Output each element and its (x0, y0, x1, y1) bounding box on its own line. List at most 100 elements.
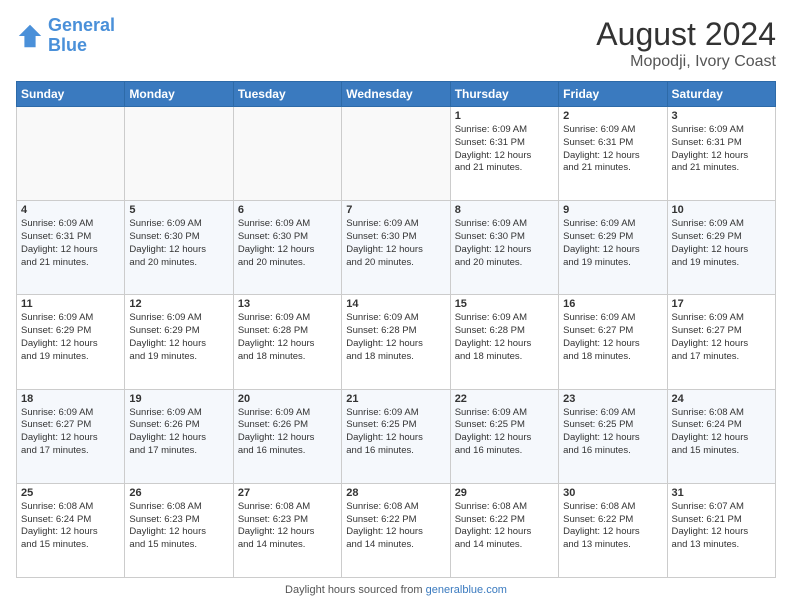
day-number: 4 (21, 204, 120, 216)
col-header-sunday: Sunday (17, 82, 125, 107)
day-number: 6 (238, 204, 337, 216)
day-cell-2: 2Sunrise: 6:09 AM Sunset: 6:31 PM Daylig… (559, 107, 667, 201)
day-cell-9: 9 Sunrise: 6:09 AM Sunset: 6:29 PM Daylig… (559, 201, 667, 295)
page: General Blue August 2024 Mopodji, Ivory … (0, 0, 792, 612)
day-cell-21: 21Sunrise: 6:09 AM Sunset: 6:25 PM Dayli… (342, 389, 450, 483)
day-info: Sunrise: 6:09 AM Sunset: 6:30 PM Dayligh… (129, 218, 228, 269)
day-info: Sunrise: 6:09 AM Sunset: 6:29 PM Dayligh… (672, 218, 771, 269)
col-header-wednesday: Wednesday (342, 82, 450, 107)
day-cell-27: 27Sunrise: 6:08 AM Sunset: 6:23 PM Dayli… (233, 483, 341, 577)
day-number: 31 (672, 487, 771, 499)
day-cell-12: 12 Sunrise: 6:09 AM Sunset: 6:29 PM Dayli… (125, 295, 233, 389)
day-number: 8 (455, 204, 554, 216)
day-number: 26 (129, 487, 228, 499)
day-info: Sunrise: 6:09 AM Sunset: 6:25 PM Dayligh… (455, 407, 554, 458)
day-number: 25 (21, 487, 120, 499)
day-cell-17: 17 Sunrise: 6:09 AM Sunset: 6:27 PM Dayli… (667, 295, 775, 389)
day-info: Sunrise: 6:09 AM Sunset: 6:30 PM Dayligh… (455, 218, 554, 269)
empty-cell (125, 107, 233, 201)
day-number: 11 (21, 298, 120, 310)
calendar-header-row: SundayMondayTuesdayWednesdayThursdayFrid… (17, 82, 776, 107)
day-cell-1: 1Sunrise: 6:09 AM Sunset: 6:31 PM Daylig… (450, 107, 558, 201)
day-info: Sunrise: 6:09 AM Sunset: 6:28 PM Dayligh… (238, 312, 337, 363)
day-cell-13: 13 Sunrise: 6:09 AM Sunset: 6:28 PM Dayli… (233, 295, 341, 389)
day-cell-6: 6Sunrise: 6:09 AM Sunset: 6:30 PM Daylig… (233, 201, 341, 295)
day-number: 17 (672, 298, 771, 310)
day-info: Sunrise: 6:09 AM Sunset: 6:26 PM Dayligh… (238, 407, 337, 458)
day-number: 9 (563, 204, 662, 216)
day-cell-7: 7Sunrise: 6:09 AM Sunset: 6:30 PM Daylig… (342, 201, 450, 295)
day-number: 12 (129, 298, 228, 310)
day-cell-30: 30Sunrise: 6:08 AM Sunset: 6:22 PM Dayli… (559, 483, 667, 577)
day-number: 13 (238, 298, 337, 310)
day-cell-22: 22Sunrise: 6:09 AM Sunset: 6:25 PM Dayli… (450, 389, 558, 483)
logo-icon (16, 22, 44, 50)
day-info: Sunrise: 6:08 AM Sunset: 6:24 PM Dayligh… (672, 407, 771, 458)
day-info: Sunrise: 6:08 AM Sunset: 6:22 PM Dayligh… (346, 501, 445, 552)
day-number: 10 (672, 204, 771, 216)
day-info: Sunrise: 6:09 AM Sunset: 6:27 PM Dayligh… (21, 407, 120, 458)
calendar-week-2: 4Sunrise: 6:09 AM Sunset: 6:31 PM Daylig… (17, 201, 776, 295)
day-number: 3 (672, 110, 771, 122)
day-number: 14 (346, 298, 445, 310)
day-cell-28: 28 Sunrise: 6:08 AM Sunset: 6:22 PM Dayli… (342, 483, 450, 577)
day-info: Sunrise: 6:09 AM Sunset: 6:31 PM Dayligh… (563, 124, 662, 175)
logo-general: General (48, 15, 115, 35)
day-cell-20: 20 Sunrise: 6:09 AM Sunset: 6:26 PM Dayli… (233, 389, 341, 483)
day-number: 30 (563, 487, 662, 499)
day-cell-24: 24 Sunrise: 6:08 AM Sunset: 6:24 PM Dayli… (667, 389, 775, 483)
day-info: Sunrise: 6:09 AM Sunset: 6:29 PM Dayligh… (129, 312, 228, 363)
day-info: Sunrise: 6:07 AM Sunset: 6:21 PM Dayligh… (672, 501, 771, 552)
day-info: Sunrise: 6:09 AM Sunset: 6:31 PM Dayligh… (672, 124, 771, 175)
day-cell-16: 16 Sunrise: 6:09 AM Sunset: 6:27 PM Dayli… (559, 295, 667, 389)
col-header-friday: Friday (559, 82, 667, 107)
day-number: 29 (455, 487, 554, 499)
day-number: 15 (455, 298, 554, 310)
day-cell-10: 10 Sunrise: 6:09 AM Sunset: 6:29 PM Dayli… (667, 201, 775, 295)
empty-cell (342, 107, 450, 201)
day-cell-29: 29 Sunrise: 6:08 AM Sunset: 6:22 PM Dayli… (450, 483, 558, 577)
col-header-saturday: Saturday (667, 82, 775, 107)
day-info: Sunrise: 6:08 AM Sunset: 6:22 PM Dayligh… (455, 501, 554, 552)
logo: General Blue (16, 16, 115, 56)
day-cell-3: 3 Sunrise: 6:09 AM Sunset: 6:31 PM Daylig… (667, 107, 775, 201)
day-info: Sunrise: 6:09 AM Sunset: 6:27 PM Dayligh… (672, 312, 771, 363)
location: Mopodji, Ivory Coast (596, 53, 776, 71)
day-info: Sunrise: 6:09 AM Sunset: 6:28 PM Dayligh… (455, 312, 554, 363)
day-number: 27 (238, 487, 337, 499)
day-cell-18: 18Sunrise: 6:09 AM Sunset: 6:27 PM Dayli… (17, 389, 125, 483)
title-block: August 2024 Mopodji, Ivory Coast (596, 16, 776, 71)
day-info: Sunrise: 6:09 AM Sunset: 6:27 PM Dayligh… (563, 312, 662, 363)
day-cell-31: 31 Sunrise: 6:07 AM Sunset: 6:21 PM Dayli… (667, 483, 775, 577)
day-cell-25: 25 Sunrise: 6:08 AM Sunset: 6:24 PM Dayli… (17, 483, 125, 577)
empty-cell (17, 107, 125, 201)
day-info: Sunrise: 6:08 AM Sunset: 6:23 PM Dayligh… (129, 501, 228, 552)
day-number: 19 (129, 393, 228, 405)
day-cell-8: 8 Sunrise: 6:09 AM Sunset: 6:30 PM Daylig… (450, 201, 558, 295)
footer-link[interactable]: generalblue.com (426, 584, 507, 596)
day-number: 24 (672, 393, 771, 405)
day-info: Sunrise: 6:09 AM Sunset: 6:25 PM Dayligh… (563, 407, 662, 458)
day-cell-19: 19Sunrise: 6:09 AM Sunset: 6:26 PM Dayli… (125, 389, 233, 483)
day-number: 16 (563, 298, 662, 310)
col-header-thursday: Thursday (450, 82, 558, 107)
day-cell-4: 4Sunrise: 6:09 AM Sunset: 6:31 PM Daylig… (17, 201, 125, 295)
footer-text: Daylight hours sourced from (285, 584, 426, 596)
day-number: 1 (455, 110, 554, 122)
day-info: Sunrise: 6:09 AM Sunset: 6:29 PM Dayligh… (563, 218, 662, 269)
empty-cell (233, 107, 341, 201)
day-number: 20 (238, 393, 337, 405)
day-cell-23: 23Sunrise: 6:09 AM Sunset: 6:25 PM Dayli… (559, 389, 667, 483)
day-info: Sunrise: 6:09 AM Sunset: 6:28 PM Dayligh… (346, 312, 445, 363)
logo-text: General Blue (48, 16, 115, 56)
day-cell-26: 26 Sunrise: 6:08 AM Sunset: 6:23 PM Dayli… (125, 483, 233, 577)
calendar-table: SundayMondayTuesdayWednesdayThursdayFrid… (16, 81, 776, 578)
day-cell-11: 11Sunrise: 6:09 AM Sunset: 6:29 PM Dayli… (17, 295, 125, 389)
day-number: 7 (346, 204, 445, 216)
header: General Blue August 2024 Mopodji, Ivory … (16, 16, 776, 71)
calendar-week-5: 25 Sunrise: 6:08 AM Sunset: 6:24 PM Dayli… (17, 483, 776, 577)
calendar-week-1: 1 Sunrise: 6:09 AM Sunset: 6:31 PM Daylig… (17, 107, 776, 201)
day-number: 28 (346, 487, 445, 499)
day-number: 21 (346, 393, 445, 405)
day-info: Sunrise: 6:08 AM Sunset: 6:24 PM Dayligh… (21, 501, 120, 552)
